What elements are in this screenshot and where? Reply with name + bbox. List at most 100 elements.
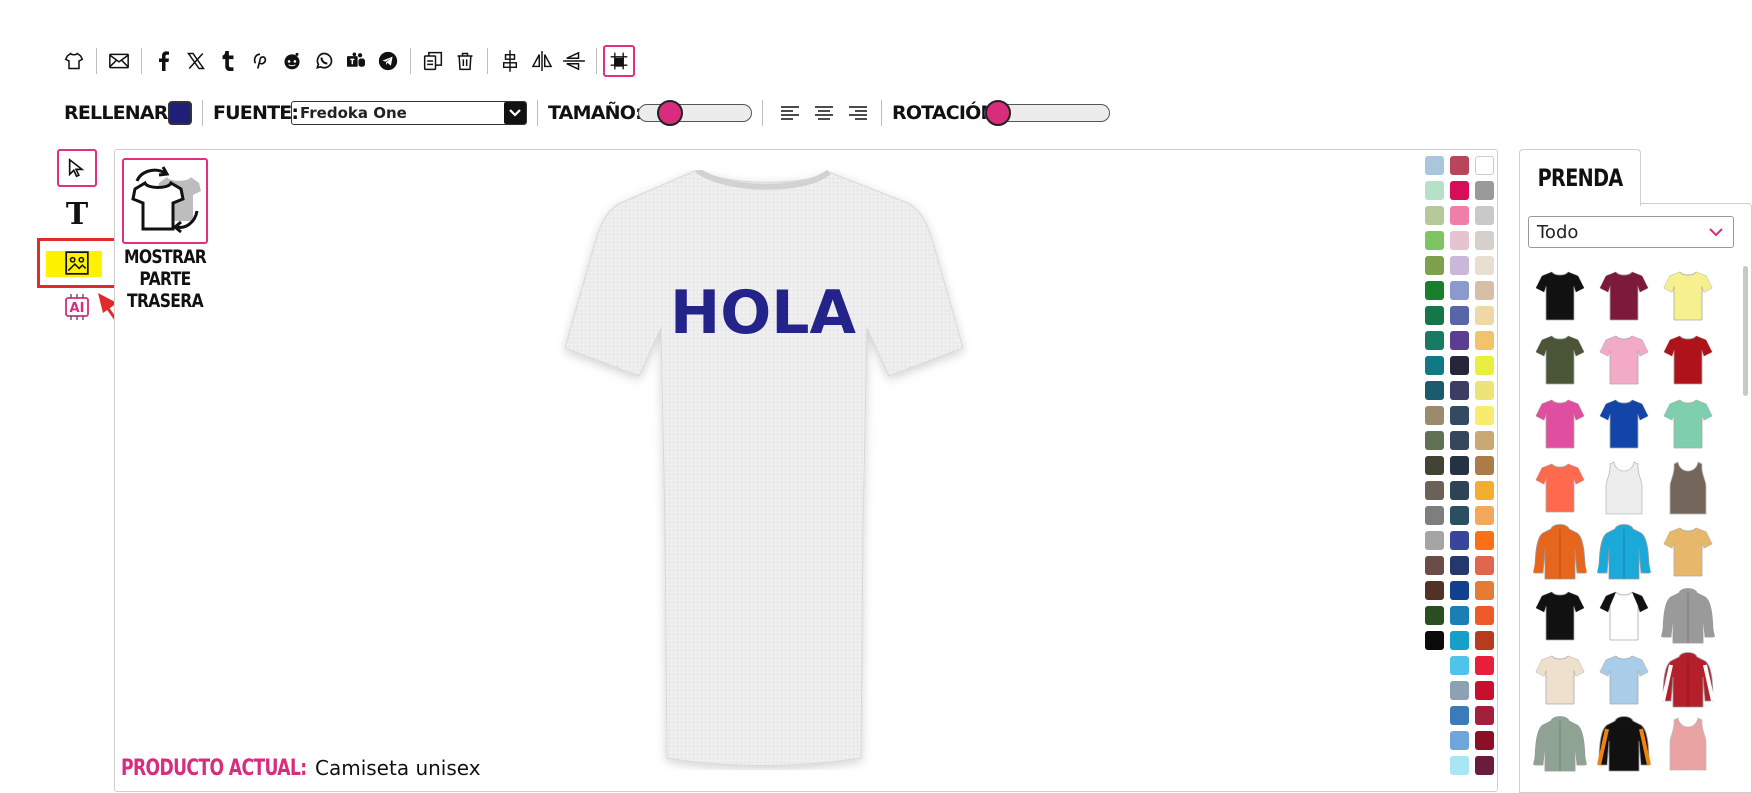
font-select[interactable]: Fredoka One <box>291 101 527 125</box>
pinterest-icon[interactable] <box>244 45 276 77</box>
telegram-icon[interactable] <box>372 45 404 77</box>
garment-filter-select[interactable]: Todo <box>1528 216 1734 248</box>
palette-swatch[interactable] <box>1425 431 1444 450</box>
palette-swatch[interactable] <box>1475 481 1494 500</box>
garment-cyan-hoodie[interactable] <box>1592 520 1656 584</box>
palette-swatch[interactable] <box>1450 681 1469 700</box>
size-slider[interactable] <box>638 100 752 126</box>
palette-swatch[interactable] <box>1425 181 1444 200</box>
garment-maroon-tshirt[interactable] <box>1592 264 1656 328</box>
palette-swatch[interactable] <box>1450 456 1469 475</box>
flip-horizontal-icon[interactable] <box>526 45 558 77</box>
palette-swatch[interactable] <box>1425 306 1444 325</box>
palette-swatch[interactable] <box>1450 381 1469 400</box>
scrollbar[interactable] <box>1743 266 1748 396</box>
palette-swatch[interactable] <box>1475 681 1494 700</box>
palette-swatch[interactable] <box>1475 456 1494 475</box>
palette-swatch[interactable] <box>1450 256 1469 275</box>
reddit-icon[interactable] <box>276 45 308 77</box>
garment-white-tanktop[interactable] <box>1592 456 1656 520</box>
palette-swatch[interactable] <box>1425 506 1444 525</box>
size-slider-knob[interactable] <box>656 100 683 126</box>
palette-swatch[interactable] <box>1475 281 1494 300</box>
grid-icon[interactable] <box>603 45 635 77</box>
palette-swatch[interactable] <box>1475 256 1494 275</box>
tshirt-mockup[interactable]: HOLA <box>537 170 1017 770</box>
fill-color-swatch[interactable] <box>168 101 192 125</box>
palette-swatch[interactable] <box>1425 206 1444 225</box>
palette-swatch[interactable] <box>1450 331 1469 350</box>
garment-raglan-tshirt[interactable] <box>1592 584 1656 648</box>
facebook-icon[interactable] <box>148 45 180 77</box>
align-right-icon[interactable] <box>841 99 875 127</box>
palette-swatch[interactable] <box>1450 706 1469 725</box>
palette-swatch[interactable] <box>1450 356 1469 375</box>
garment-red-varsity-jacket[interactable] <box>1656 648 1720 712</box>
palette-swatch[interactable] <box>1475 731 1494 750</box>
palette-swatch[interactable] <box>1475 631 1494 650</box>
palette-swatch[interactable] <box>1450 206 1469 225</box>
garment-red-tshirt[interactable] <box>1656 328 1720 392</box>
palette-swatch[interactable] <box>1475 756 1494 775</box>
teams-icon[interactable] <box>340 45 372 77</box>
palette-swatch[interactable] <box>1450 756 1469 775</box>
palette-swatch[interactable] <box>1425 281 1444 300</box>
palette-swatch[interactable] <box>1475 156 1494 175</box>
palette-swatch[interactable] <box>1425 256 1444 275</box>
palette-swatch[interactable] <box>1425 356 1444 375</box>
palette-swatch[interactable] <box>1425 406 1444 425</box>
palette-swatch[interactable] <box>1475 531 1494 550</box>
palette-swatch[interactable] <box>1475 656 1494 675</box>
garment-cream-tshirt[interactable] <box>1528 648 1592 712</box>
show-back-button[interactable] <box>122 158 208 244</box>
palette-swatch[interactable] <box>1450 731 1469 750</box>
align-center-icon[interactable] <box>494 45 526 77</box>
palette-swatch[interactable] <box>1475 606 1494 625</box>
garment-pink-tshirt[interactable] <box>1592 328 1656 392</box>
palette-swatch[interactable] <box>1450 656 1469 675</box>
garment-gradient-tshirt[interactable] <box>1592 648 1656 712</box>
palette-swatch[interactable] <box>1425 231 1444 250</box>
palette-swatch[interactable] <box>1475 206 1494 225</box>
rotation-slider[interactable] <box>984 100 1110 126</box>
palette-swatch[interactable] <box>1475 556 1494 575</box>
palette-swatch[interactable] <box>1450 281 1469 300</box>
palette-swatch[interactable] <box>1450 531 1469 550</box>
tumblr-icon[interactable] <box>212 45 244 77</box>
palette-swatch[interactable] <box>1425 456 1444 475</box>
image-tool[interactable] <box>37 238 117 288</box>
email-icon[interactable] <box>103 45 135 77</box>
palette-swatch[interactable] <box>1425 606 1444 625</box>
garment-navy-tshirt[interactable] <box>1528 584 1592 648</box>
palette-swatch[interactable] <box>1425 556 1444 575</box>
palette-swatch[interactable] <box>1450 556 1469 575</box>
garment-mint-tshirt[interactable] <box>1656 392 1720 456</box>
garment-grey-hoodie[interactable] <box>1656 584 1720 648</box>
x-icon[interactable] <box>180 45 212 77</box>
garment-magenta-tshirt[interactable] <box>1528 392 1592 456</box>
palette-swatch[interactable] <box>1450 231 1469 250</box>
palette-swatch[interactable] <box>1425 156 1444 175</box>
garment-sage-sweatshirt[interactable] <box>1528 712 1592 776</box>
garment-olive-tshirt[interactable] <box>1528 328 1592 392</box>
palette-swatch[interactable] <box>1450 406 1469 425</box>
garment-coral-tshirt[interactable] <box>1528 456 1592 520</box>
palette-swatch[interactable] <box>1475 331 1494 350</box>
palette-swatch[interactable] <box>1425 581 1444 600</box>
palette-swatch[interactable] <box>1475 506 1494 525</box>
rotation-slider-knob[interactable] <box>985 100 1011 126</box>
palette-swatch[interactable] <box>1450 506 1469 525</box>
palette-swatch[interactable] <box>1425 531 1444 550</box>
garment-yellow-tshirt[interactable] <box>1656 264 1720 328</box>
palette-swatch[interactable] <box>1475 406 1494 425</box>
trash-icon[interactable] <box>449 45 481 77</box>
garment-black-orange-hoodie[interactable] <box>1592 712 1656 776</box>
garment-tiedye-tshirt[interactable] <box>1656 520 1720 584</box>
palette-swatch[interactable] <box>1450 631 1469 650</box>
palette-swatch[interactable] <box>1475 381 1494 400</box>
select-tool[interactable] <box>57 149 97 187</box>
garment-rose-tanktop[interactable] <box>1656 712 1720 776</box>
align-left-icon[interactable] <box>773 99 807 127</box>
palette-swatch[interactable] <box>1475 231 1494 250</box>
palette-swatch[interactable] <box>1475 581 1494 600</box>
